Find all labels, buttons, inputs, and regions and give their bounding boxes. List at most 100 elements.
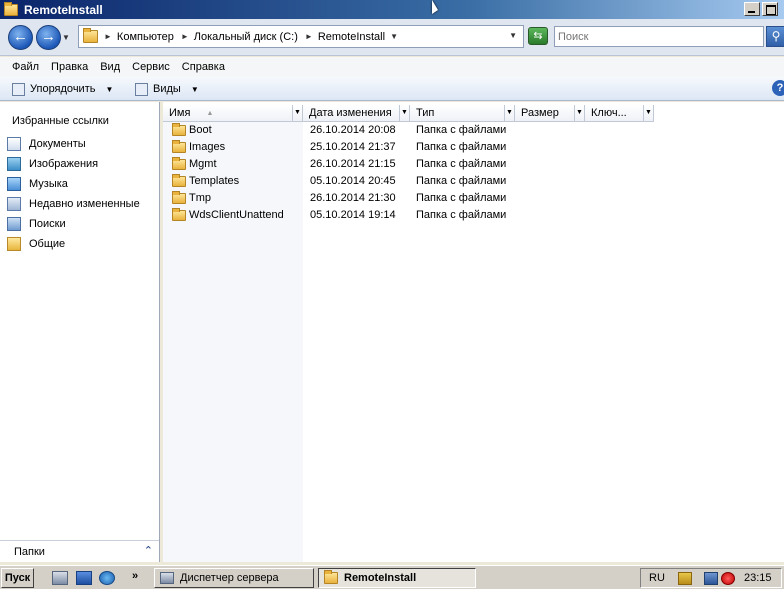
tray-app-icon[interactable] — [678, 572, 692, 585]
language-indicator[interactable]: RU — [649, 572, 665, 584]
maximize-button[interactable] — [762, 2, 778, 16]
task-remoteinstall[interactable]: RemoteInstall — [318, 568, 476, 588]
table-row[interactable]: Mgmt 26.10.2014 21:15 Папка с файлами — [163, 156, 763, 173]
server-manager-icon — [160, 572, 174, 584]
music-icon — [7, 177, 21, 191]
file-list[interactable]: Имя ▲ ▼ Дата изменения ▼ Тип ▼ Размер ▼ К… — [163, 102, 784, 562]
folder-icon — [4, 1, 18, 16]
show-desktop-icon[interactable] — [76, 571, 92, 585]
sidebar-item-searches[interactable]: Поиски — [7, 215, 66, 233]
chevron-right-icon[interactable]: » — [132, 570, 138, 582]
mouse-cursor-icon — [432, 0, 438, 14]
chevron-right-icon: ► — [104, 32, 112, 41]
breadcrumb-computer[interactable]: ► Компьютер — [104, 31, 174, 43]
folder-icon — [324, 570, 338, 584]
recent-icon — [7, 197, 21, 211]
table-row[interactable]: Templates 05.10.2014 20:45 Папка с файла… — [163, 173, 763, 190]
folder-icon — [172, 208, 186, 221]
address-bar[interactable]: ► Компьютер ► Локальный диск (C:) ► RemoteI… — [78, 25, 524, 48]
breadcrumb-remoteinstall[interactable]: ► RemoteInstall ▼ — [305, 31, 398, 43]
column-header-date[interactable]: Дата изменения ▼ — [303, 105, 410, 122]
menu-bar: Файл Правка Вид Сервис Справка — [0, 57, 784, 77]
chevron-down-icon[interactable]: ▼ — [643, 105, 653, 121]
file-date: 26.10.2014 21:15 — [310, 158, 396, 170]
sidebar-item-music[interactable]: Музыка — [7, 175, 68, 193]
file-type: Папка с файлами — [416, 209, 507, 221]
menu-tools[interactable]: Сервис — [132, 61, 170, 73]
file-name: Images — [189, 141, 226, 153]
forward-button[interactable]: → — [36, 25, 61, 50]
column-header-type[interactable]: Тип ▼ — [410, 105, 515, 122]
table-row[interactable]: Tmp 26.10.2014 21:30 Папка с файлами — [163, 190, 763, 207]
chevron-down-icon[interactable]: ▼ — [504, 105, 514, 121]
chevron-up-icon: ⌃ — [143, 545, 153, 557]
folder-icon — [172, 123, 186, 136]
file-name: Mgmt — [189, 158, 217, 170]
title-bar[interactable]: RemoteInstall — [0, 0, 784, 19]
favorites-heading: Избранные ссылки — [12, 115, 109, 127]
search-icon[interactable]: ⚲ — [766, 26, 784, 47]
toolbar: Упорядочить ▼ Виды ▼ — [0, 77, 784, 101]
folder-icon — [172, 140, 186, 153]
sidebar-item-documents[interactable]: Документы — [7, 135, 86, 153]
volume-muted-icon[interactable] — [721, 572, 735, 585]
folders-toggle[interactable]: Папки ⌃ — [0, 540, 159, 562]
file-name: WdsClientUnattend — [189, 209, 284, 221]
file-name: Boot — [189, 124, 212, 136]
file-type: Папка с файлами — [416, 141, 507, 153]
table-row[interactable]: Images 25.10.2014 21:37 Папка с файлами — [163, 139, 763, 156]
column-header-tags[interactable]: Ключ... ▼ — [585, 105, 654, 122]
clock[interactable]: 23:15 — [744, 572, 772, 584]
file-date: 25.10.2014 21:37 — [310, 141, 396, 153]
chevron-down-icon[interactable]: ▼ — [574, 105, 584, 121]
menu-edit[interactable]: Правка — [51, 61, 88, 73]
help-icon[interactable]: ? — [772, 80, 784, 96]
organize-button[interactable]: Упорядочить ▼ — [12, 81, 113, 97]
file-type: Папка с файлами — [416, 192, 507, 204]
searches-icon — [7, 217, 21, 231]
views-icon — [135, 82, 148, 96]
chevron-down-icon[interactable]: ▼ — [292, 105, 302, 121]
search-input[interactable] — [554, 26, 764, 47]
network-icon[interactable] — [704, 572, 718, 585]
window-title: RemoteInstall — [24, 2, 103, 17]
task-server-manager[interactable]: Диспетчер сервера — [154, 568, 314, 588]
server-manager-icon[interactable] — [52, 571, 68, 585]
menu-help[interactable]: Справка — [182, 61, 225, 73]
internet-explorer-icon[interactable] — [99, 571, 115, 585]
file-name: Templates — [189, 175, 240, 187]
address-dropdown-icon[interactable]: ▼ — [509, 31, 517, 40]
pictures-icon — [7, 157, 21, 171]
navigation-pane: Избранные ссылки Документы Изображения М… — [0, 102, 160, 562]
sidebar-item-pictures[interactable]: Изображения — [7, 155, 98, 173]
menu-view[interactable]: Вид — [100, 61, 120, 73]
folder-icon — [83, 28, 98, 43]
file-date: 26.10.2014 20:08 — [310, 124, 396, 136]
start-button[interactable]: Пуск — [1, 568, 34, 588]
organize-icon — [12, 82, 25, 96]
file-type: Папка с файлами — [416, 124, 507, 136]
breadcrumb-local-disk[interactable]: ► Локальный диск (C:) — [181, 31, 298, 43]
chevron-down-icon: ▼ — [190, 84, 199, 94]
refresh-button[interactable]: ⇆ — [528, 27, 548, 45]
menu-file[interactable]: Файл — [12, 61, 39, 73]
table-row[interactable]: Boot 26.10.2014 20:08 Папка с файлами — [163, 122, 763, 139]
table-row[interactable]: WdsClientUnattend 05.10.2014 19:14 Папка… — [163, 207, 763, 224]
file-name: Tmp — [189, 192, 211, 204]
chevron-down-icon[interactable]: ▼ — [399, 105, 409, 121]
column-header-name[interactable]: Имя ▲ ▼ — [163, 105, 303, 122]
back-button[interactable]: ← — [8, 25, 33, 50]
sidebar-item-recently-changed[interactable]: Недавно измененные — [7, 195, 140, 213]
views-button[interactable]: Виды ▼ — [135, 81, 199, 97]
file-date: 05.10.2014 20:45 — [310, 175, 396, 187]
system-tray: RU 23:15 — [640, 568, 782, 588]
taskbar: Пуск » Диспетчер сервера RemoteInstall R… — [0, 565, 784, 589]
column-header-size[interactable]: Размер ▼ — [515, 105, 585, 122]
chevron-right-icon: ► — [180, 32, 189, 41]
minimize-button[interactable] — [744, 2, 760, 16]
sidebar-item-public[interactable]: Общие — [7, 235, 65, 253]
folder-icon — [172, 157, 186, 170]
recent-pages-dropdown-icon[interactable]: ▼ — [62, 33, 72, 43]
folder-icon — [172, 191, 186, 204]
chevron-down-icon[interactable]: ▼ — [390, 32, 398, 41]
